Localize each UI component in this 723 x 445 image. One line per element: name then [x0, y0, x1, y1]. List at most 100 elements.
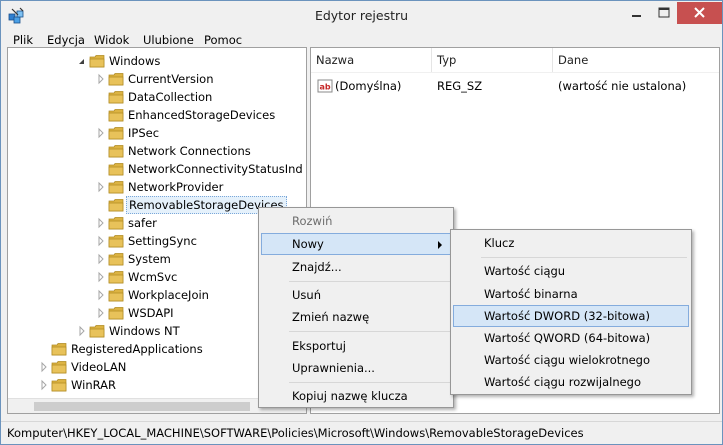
tree-item-networkconnectivitystatusind[interactable]: NetworkConnectivityStatusInd — [8, 160, 306, 178]
new-submenu: Klucz Wartość ciągu Wartość binarna Wart… — [450, 229, 692, 395]
scrollbar-thumb[interactable] — [34, 402, 250, 411]
tree-item-enhancedstoragedevices[interactable]: EnhancedStorageDevices — [8, 106, 306, 124]
tree-item-label: Windows NT — [109, 324, 180, 338]
tree-item-label: safer — [128, 216, 157, 230]
tree-item-ipsec[interactable]: IPSec — [8, 124, 306, 142]
tree-item-windows[interactable]: Windows — [8, 52, 306, 70]
minimize-button[interactable] — [624, 2, 650, 24]
menu-pomoc[interactable]: Pomoc — [204, 33, 242, 47]
header-divider — [311, 72, 719, 73]
menu-item-expand[interactable]: Rozwiń — [261, 210, 451, 232]
tree-item-label: Windows — [109, 54, 161, 68]
list-item[interactable]: ab (Domyślna) REG_SZ (wartość nie ustalo… — [311, 77, 719, 95]
submenu-item-string-value[interactable]: Wartość ciągu — [453, 260, 689, 282]
collapsed-arrow-icon[interactable] — [96, 250, 106, 268]
tree-item-label: WinRAR — [71, 378, 116, 392]
collapsed-arrow-icon[interactable] — [96, 232, 106, 250]
collapsed-arrow-icon[interactable] — [96, 214, 106, 232]
menu-item-find[interactable]: Znajdź... — [261, 256, 451, 278]
collapsed-arrow-icon[interactable] — [96, 268, 106, 286]
tree-item-label: DataCollection — [128, 90, 213, 104]
menu-widok[interactable]: Widok — [94, 33, 129, 47]
folder-icon — [108, 126, 124, 140]
folder-icon — [89, 54, 105, 68]
menu-item-export[interactable]: Eksportuj — [261, 335, 451, 357]
maximize-icon — [658, 7, 670, 18]
tree-item-currentversion[interactable]: CurrentVersion — [8, 70, 306, 88]
tree-item-label: Network Connections — [128, 144, 251, 158]
folder-icon — [108, 288, 124, 302]
maximize-button[interactable] — [651, 2, 677, 24]
minimize-icon — [632, 15, 641, 17]
menu-item-new[interactable]: Nowy — [261, 233, 451, 255]
collapsed-arrow-icon[interactable] — [96, 304, 106, 322]
folder-icon — [108, 162, 124, 176]
submenu-item-binary-value[interactable]: Wartość binarna — [453, 283, 689, 305]
folder-icon — [108, 252, 124, 266]
column-header-name[interactable]: Nazwa — [311, 48, 432, 72]
value-name: (Domyślna) — [335, 79, 402, 93]
tree-item-networkprovider[interactable]: NetworkProvider — [8, 178, 306, 196]
menu-item-delete[interactable]: Usuń — [261, 284, 451, 306]
submenu-item-qword-value[interactable]: Wartość QWORD (64-bitowa) — [453, 327, 689, 349]
tree-item-label: NetworkConnectivityStatusInd — [128, 162, 303, 176]
tree-item-label: WcmSvc — [128, 270, 178, 284]
folder-icon — [108, 270, 124, 284]
value-type: REG_SZ — [437, 79, 483, 93]
tree-item-label: VideoLAN — [71, 360, 127, 374]
tree-item-label: EnhancedStorageDevices — [128, 108, 276, 122]
title-bar[interactable]: Edytor rejestru — [1, 1, 722, 31]
collapsed-arrow-icon[interactable] — [39, 376, 49, 394]
menu-item-rename[interactable]: Zmień nazwę — [261, 306, 451, 328]
folder-icon — [51, 342, 67, 356]
menu-separator — [289, 331, 451, 332]
folder-icon — [108, 72, 124, 86]
collapsed-arrow-icon[interactable] — [96, 124, 106, 142]
tree-item-label: WorkplaceJoin — [128, 288, 209, 302]
menu-item-copy-key-name[interactable]: Kopiuj nazwę klucza — [261, 385, 451, 407]
value-data: (wartość nie ustalona) — [558, 79, 687, 93]
tree-item-label: IPSec — [128, 126, 160, 140]
status-bar-path: Komputer\HKEY_LOCAL_MACHINE\SOFTWARE\Pol… — [1, 421, 722, 444]
tree-item-label: WSDAPI — [128, 306, 174, 320]
menu-edycja[interactable]: Edycja — [47, 33, 85, 47]
submenu-item-expandable-string-value[interactable]: Wartość ciągu rozwijalnego — [453, 371, 689, 393]
folder-icon — [89, 324, 105, 338]
menu-plik[interactable]: Plik — [13, 33, 33, 47]
submenu-item-dword-value[interactable]: Wartość DWORD (32-bitowa) — [453, 305, 689, 327]
submenu-item-key[interactable]: Klucz — [453, 232, 689, 254]
folder-icon — [108, 180, 124, 194]
menu-ulubione[interactable]: Ulubione — [143, 33, 194, 47]
folder-icon — [51, 360, 67, 374]
menu-item-permissions[interactable]: Uprawnienia... — [261, 357, 451, 379]
tree-item-label: CurrentVersion — [128, 72, 214, 86]
menu-item-new-label: Nowy — [292, 237, 324, 251]
expanded-arrow-icon[interactable] — [77, 52, 87, 70]
tree-item-network-connections[interactable]: Network Connections — [8, 142, 306, 160]
folder-icon — [51, 378, 67, 392]
tree-item-label: NetworkProvider — [128, 180, 224, 194]
tree-item-datacollection[interactable]: DataCollection — [8, 88, 306, 106]
tree-item-label: SettingSync — [128, 234, 197, 248]
folder-icon — [108, 234, 124, 248]
collapsed-arrow-icon[interactable] — [77, 322, 87, 340]
context-menu: Rozwiń Nowy Znajdź... Usuń Zmień nazwę E… — [258, 207, 454, 408]
collapsed-arrow-icon[interactable] — [96, 178, 106, 196]
column-header-data[interactable]: Dane — [553, 48, 719, 72]
close-button[interactable] — [677, 2, 722, 24]
column-header-type[interactable]: Typ — [432, 48, 553, 72]
collapsed-arrow-icon[interactable] — [96, 70, 106, 88]
collapsed-arrow-icon[interactable] — [39, 358, 49, 376]
submenu-item-multi-string-value[interactable]: Wartość ciągu wielokrotnego — [453, 349, 689, 371]
folder-icon — [108, 90, 124, 104]
window-title: Edytor rejestru — [314, 8, 409, 23]
collapsed-arrow-icon[interactable] — [96, 286, 106, 304]
folder-icon — [108, 216, 124, 230]
submenu-arrow-icon — [438, 241, 442, 249]
